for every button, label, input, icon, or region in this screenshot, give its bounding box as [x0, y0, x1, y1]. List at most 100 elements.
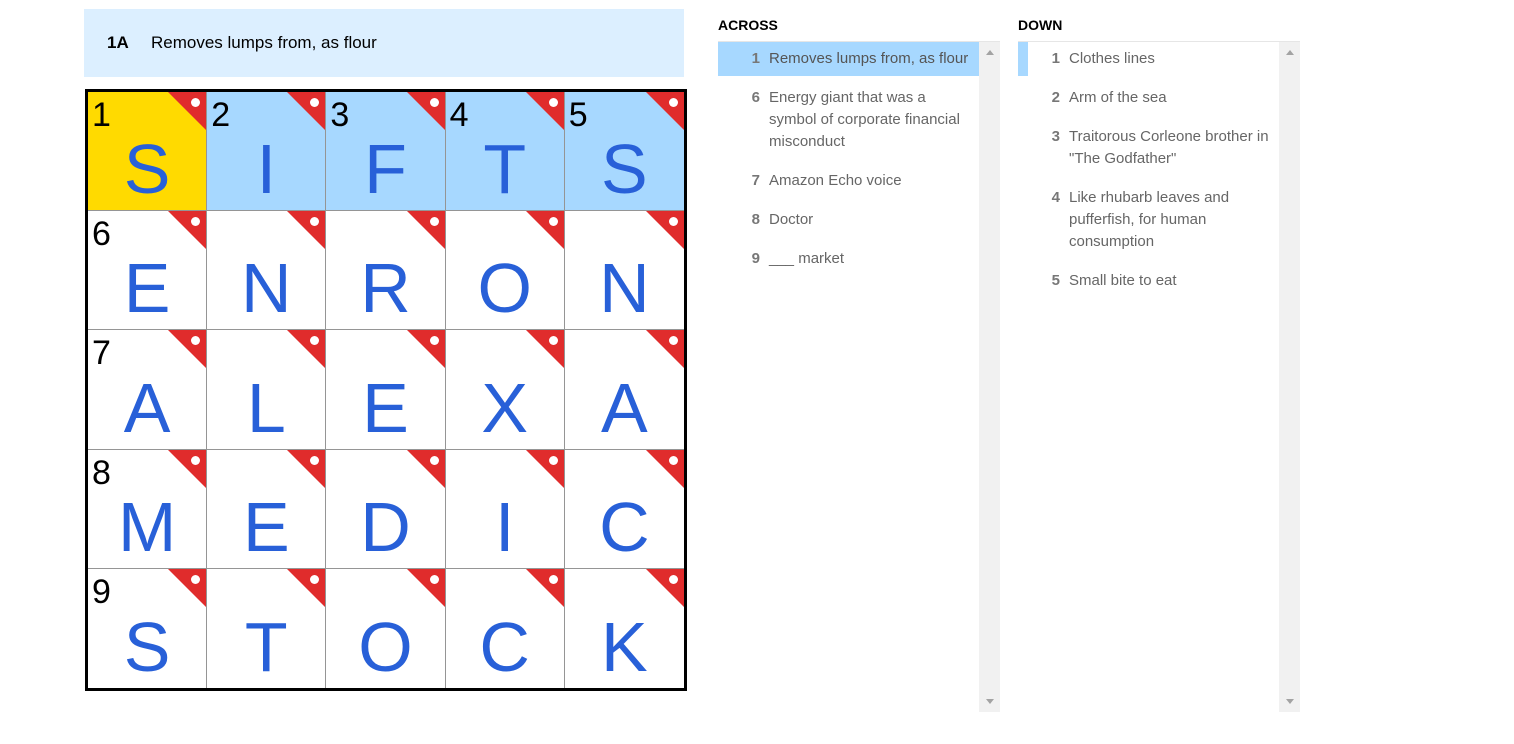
grid-cell[interactable]: E — [326, 330, 446, 450]
grid-cell[interactable]: 7A — [88, 330, 208, 450]
revealed-corner-icon — [168, 92, 207, 130]
down-clue-item[interactable]: 1 Clothes lines — [1018, 42, 1279, 76]
revealed-corner-icon — [525, 449, 564, 488]
revealed-dot-icon — [668, 98, 678, 107]
grid-cell[interactable]: D — [326, 449, 446, 569]
crossword-grid: 1S2I3F4T5S6ENRON7ALEXA8MEDIC9STOCK — [85, 89, 687, 691]
scroll-up-arrow-icon[interactable] — [986, 50, 994, 55]
grid-cell[interactable]: X — [445, 330, 565, 450]
revealed-dot-icon — [191, 455, 201, 465]
cell-letter: A — [123, 368, 171, 447]
cell-number: 3 — [330, 96, 350, 134]
clue-number: 5 — [1051, 272, 1060, 289]
across-scroll-area[interactable]: 1 Removes lumps from, as flour 6 Energy gia… — [718, 41, 1000, 712]
down-scrollbar[interactable] — [1279, 42, 1300, 712]
revealed-corner-icon — [406, 92, 445, 130]
revealed-corner-icon — [287, 568, 326, 607]
cell-number: 8 — [92, 453, 111, 492]
grid-cell[interactable]: A — [564, 330, 684, 450]
cell-letter: E — [362, 368, 409, 447]
revealed-corner-icon — [168, 449, 207, 488]
cell-letter: A — [601, 368, 648, 447]
clue-text: Removes lumps from, as flour — [769, 50, 969, 67]
grid-cell[interactable]: K — [564, 568, 684, 688]
cell-letter: S — [601, 130, 648, 209]
cell-number: 7 — [92, 334, 111, 373]
cell-number: 6 — [92, 215, 111, 254]
cell-letter: E — [242, 487, 290, 566]
grid-cell[interactable]: N — [564, 211, 684, 331]
clue-text: Traitorous Corleone brother in "The Godf… — [1069, 128, 1269, 167]
cell-letter: S — [123, 130, 171, 209]
cell-letter: R — [360, 249, 411, 328]
down-clue-item[interactable]: 5 Small bite to eat — [1018, 264, 1279, 298]
down-scroll-area[interactable]: 1 Clothes lines 2 Arm of the sea 3 Traitorous… — [1018, 41, 1300, 712]
revealed-dot-icon — [429, 98, 439, 107]
grid-cell[interactable]: I — [445, 449, 565, 569]
down-clue-item[interactable]: 4 Like rhubarb leaves and pufferfish, for… — [1018, 181, 1279, 259]
grid-cell[interactable]: 4T — [445, 92, 565, 212]
grid-cell[interactable]: C — [445, 568, 565, 688]
clue-number: 3 — [1051, 128, 1060, 145]
revealed-corner-icon — [168, 568, 207, 607]
cell-letter: T — [483, 130, 527, 209]
revealed-dot-icon — [548, 574, 558, 584]
cell-letter: I — [256, 130, 277, 209]
revealed-dot-icon — [429, 217, 439, 227]
across-clue-item[interactable]: 1 Removes lumps from, as flour — [718, 42, 979, 76]
cell-letter: E — [123, 249, 171, 328]
across-clue-item[interactable]: 9 ___ market — [718, 242, 979, 276]
grid-cell[interactable]: 5S — [564, 92, 684, 212]
revealed-dot-icon — [310, 455, 320, 465]
grid-cell[interactable]: O — [326, 568, 446, 688]
grid-cell[interactable]: 9S — [88, 568, 208, 688]
grid-cell[interactable]: 2I — [207, 92, 327, 212]
down-clue-item[interactable]: 3 Traitorous Corleone brother in "The God… — [1018, 120, 1279, 176]
clue-number: 9 — [751, 250, 760, 267]
grid-cell[interactable]: E — [207, 449, 327, 569]
revealed-dot-icon — [429, 455, 439, 465]
clue-text: Small bite to eat — [1069, 272, 1177, 289]
cell-letter: N — [241, 249, 292, 328]
clue-number: 2 — [1051, 89, 1060, 106]
cell-letter: O — [477, 249, 532, 328]
scroll-up-arrow-icon[interactable] — [1286, 50, 1294, 55]
across-clue-item[interactable]: 7 Amazon Echo voice — [718, 164, 979, 198]
scroll-down-arrow-icon[interactable] — [1286, 699, 1294, 704]
cell-letter: D — [360, 487, 411, 566]
grid-cell[interactable]: L — [207, 330, 327, 450]
clue-text: Clothes lines — [1069, 50, 1155, 67]
cell-number: 4 — [449, 96, 469, 134]
grid-cell[interactable]: 6E — [88, 211, 208, 331]
down-clue-item[interactable]: 2 Arm of the sea — [1018, 81, 1279, 115]
revealed-corner-icon — [168, 211, 207, 250]
revealed-dot-icon — [191, 574, 201, 584]
grid-cell[interactable]: R — [326, 211, 446, 331]
revealed-corner-icon — [406, 211, 445, 250]
cell-letter: F — [364, 130, 407, 209]
grid-cell[interactable]: 8M — [88, 449, 208, 569]
grid-cell[interactable]: N — [207, 211, 327, 331]
revealed-dot-icon — [429, 336, 439, 346]
grid-cell[interactable]: 3F — [326, 92, 446, 212]
across-scrollbar[interactable] — [979, 42, 1000, 712]
active-clue-text: Removes lumps from, as flour — [151, 33, 377, 52]
grid-cell[interactable]: C — [564, 449, 684, 569]
revealed-corner-icon — [406, 449, 445, 488]
clue-number: 6 — [751, 89, 760, 106]
cell-letter: C — [479, 607, 530, 686]
revealed-corner-icon — [287, 449, 326, 488]
scroll-down-arrow-icon[interactable] — [986, 699, 994, 704]
across-clues: 1 Removes lumps from, as flour 6 Energy gia… — [718, 42, 979, 276]
grid-cell[interactable]: T — [207, 568, 327, 688]
revealed-corner-icon — [287, 211, 326, 250]
grid-cell[interactable]: O — [445, 211, 565, 331]
across-clue-item[interactable]: 8 Doctor — [718, 203, 979, 237]
active-clue-bar: 1A Removes lumps from, as flour — [84, 9, 684, 77]
revealed-dot-icon — [668, 574, 678, 584]
clue-text: Like rhubarb leaves and pufferfish, for … — [1069, 189, 1230, 250]
revealed-corner-icon — [168, 330, 207, 369]
across-clue-item[interactable]: 6 Energy giant that was a symbol of corpo… — [718, 81, 979, 159]
revealed-corner-icon — [287, 92, 326, 130]
grid-cell[interactable]: 1S — [88, 92, 208, 212]
